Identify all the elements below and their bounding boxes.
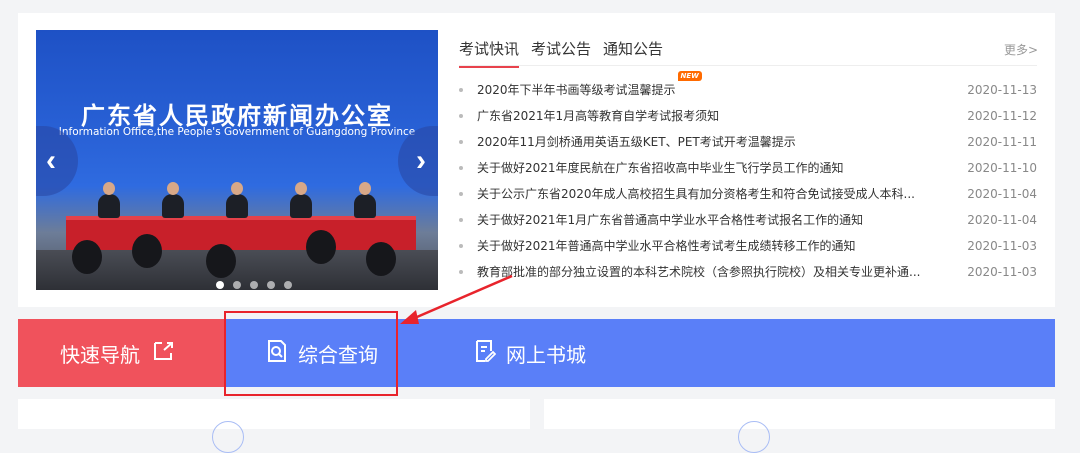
annotation-arrow	[400, 274, 513, 324]
bottom-card-icon	[738, 421, 770, 453]
bottom-card-icon	[212, 421, 244, 453]
